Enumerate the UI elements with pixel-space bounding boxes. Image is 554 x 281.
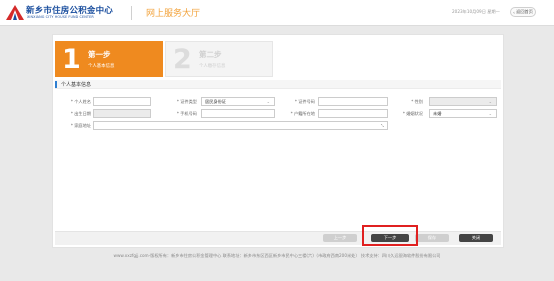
- date-text: 2023年10月09日 星期一: [452, 9, 500, 14]
- address-input[interactable]: ⤡: [93, 121, 388, 130]
- step-1[interactable]: 1 第一步 个人基本信息: [55, 41, 163, 77]
- name-label: * 个人姓名: [70, 99, 91, 104]
- prev-step-button[interactable]: 上一步: [323, 234, 357, 242]
- site-title: 网上服务大厅: [146, 9, 201, 19]
- header: 新乡市住房公积金中心 XINXIANG CITY HOUSE FUND CENT…: [0, 0, 554, 26]
- hukou-input[interactable]: [318, 109, 388, 118]
- section-title: 个人基本信息: [61, 82, 92, 88]
- phone-input[interactable]: [201, 109, 275, 118]
- footer-text: www.xxzfgjj.com-版权所有：新乡市住房公积金管理中心 联系地址：新…: [113, 253, 441, 258]
- section-accent-bar: [55, 81, 57, 88]
- chevron-down-icon: ⌄: [488, 99, 492, 104]
- step-2-subtitle: 个人缴存信息: [199, 64, 226, 69]
- id-no-label: * 证件号码: [294, 99, 315, 104]
- logo-icon: [6, 5, 24, 20]
- close-button[interactable]: 关闭: [459, 234, 493, 242]
- logo-subtext: XINXIANG CITY HOUSE FUND CENTER: [27, 15, 94, 19]
- save-button[interactable]: 保存: [415, 234, 449, 242]
- address-label: * 家庭地址: [70, 123, 91, 128]
- marital-select[interactable]: 未婚 ⌄: [429, 109, 497, 118]
- chevron-down-icon: ⌄: [488, 111, 492, 116]
- marital-label: * 婚姻状况: [402, 111, 423, 116]
- gender-select[interactable]: ⌄: [429, 97, 497, 106]
- step-1-number: 1: [62, 43, 81, 75]
- header-divider: [131, 6, 132, 20]
- section-header: 个人基本信息: [55, 80, 501, 89]
- hukou-label: * 户籍所在地: [290, 111, 315, 116]
- step-1-subtitle: 个人基本信息: [88, 64, 115, 69]
- back-home-button[interactable]: ‹ 返回首页: [510, 7, 536, 17]
- id-type-select[interactable]: 居民身份证 ⌄: [201, 97, 275, 106]
- chevron-down-icon: ⌄: [266, 99, 270, 104]
- birth-date-input[interactable]: [93, 109, 151, 118]
- step-1-title: 第一步: [88, 50, 111, 59]
- id-no-input[interactable]: [318, 97, 388, 106]
- step-2-number: 2: [173, 43, 192, 75]
- name-input[interactable]: [93, 97, 151, 106]
- step-2[interactable]: 2 第二步 个人缴存信息: [165, 41, 273, 77]
- id-type-label: * 证件类型: [176, 99, 197, 104]
- step-2-title: 第二步: [199, 50, 222, 59]
- back-home-label: 返回首页: [516, 9, 533, 14]
- main-panel: 1 第一步 个人基本信息 2 第二步 个人缴存信息 个人基本信息 * 个人姓名 …: [52, 34, 504, 248]
- highlight-box: [362, 225, 418, 246]
- birth-label: * 出生日期: [70, 111, 91, 116]
- resize-handle-icon: ⤡: [380, 123, 384, 128]
- marital-value: 未婚: [433, 110, 442, 116]
- gender-label: * 性别: [411, 99, 423, 104]
- id-type-value: 居民身份证: [205, 98, 226, 104]
- phone-label: * 手机号码: [176, 111, 197, 116]
